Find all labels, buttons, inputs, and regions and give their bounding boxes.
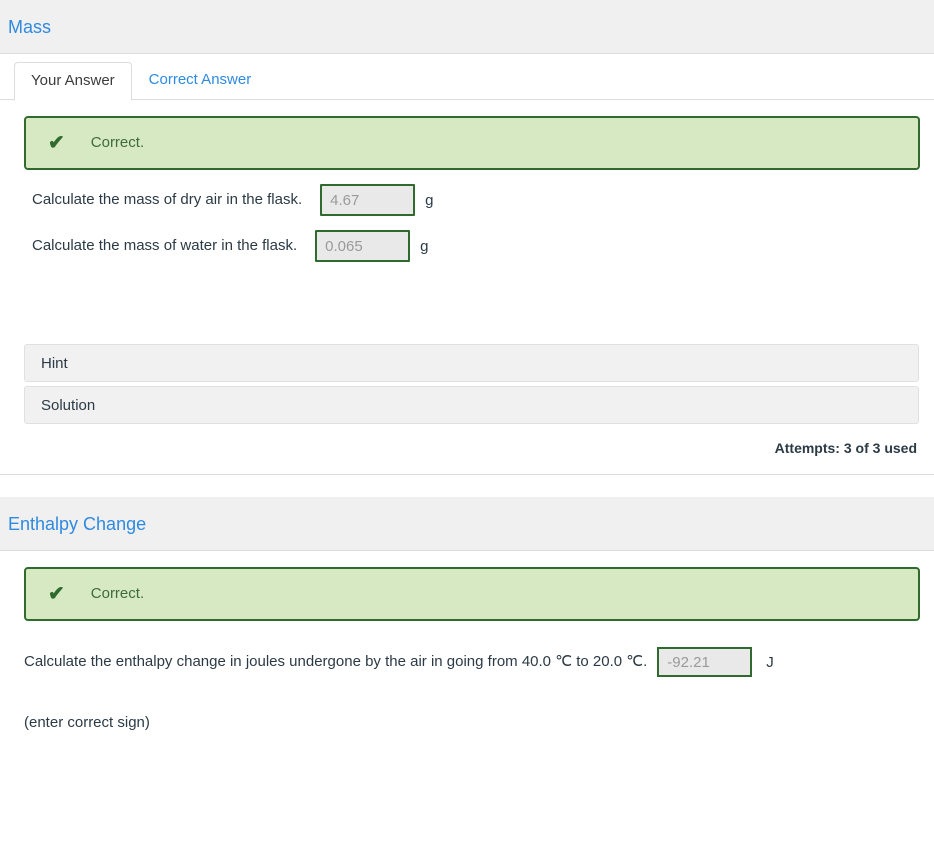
unit-label-enthalpy: J [766, 653, 774, 671]
section-title-enthalpy[interactable]: Enthalpy Change [8, 513, 146, 535]
answer-input-water[interactable]: 0.065 [315, 230, 411, 262]
unit-label-water: g [420, 237, 429, 255]
check-icon: ✔ [48, 132, 65, 154]
status-banner-correct-mass: ✔ Correct. [24, 116, 920, 170]
section-header-mass: Mass [0, 0, 934, 54]
question-note-enthalpy: (enter correct sign) [24, 714, 150, 731]
question-label-dry-air: Calculate the mass of dry air in the fla… [32, 191, 303, 208]
solution-button[interactable]: Solution [24, 386, 919, 424]
hint-button[interactable]: Hint [24, 344, 919, 382]
tab-strip-mass: Your Answer Correct Answer [0, 54, 934, 101]
status-banner-text: Correct. [90, 585, 145, 602]
check-icon: ✔ [48, 583, 65, 605]
panel-button-group: Hint Solution [0, 344, 934, 424]
attempts-status: Attempts: 3 of 3 used [774, 440, 917, 456]
section-title-mass[interactable]: Mass [8, 16, 51, 38]
tab-your-answer[interactable]: Your Answer [14, 62, 132, 101]
unit-label-dry-air: g [425, 191, 434, 209]
question-label-enthalpy: Calculate the enthalpy change in joules … [24, 653, 648, 670]
status-banner-text: Correct. [90, 134, 145, 151]
question-row-enthalpy: Calculate the enthalpy change in joules … [0, 647, 934, 677]
assignment-page: Mass Your Answer Correct Answer ✔ Correc… [0, 0, 934, 733]
status-banner-correct-enthalpy: ✔ Correct. [24, 567, 920, 621]
answer-input-enthalpy[interactable]: -92.21 [657, 647, 753, 677]
answer-input-dry-air[interactable]: 4.67 [320, 184, 416, 216]
question-row-dry-air: Calculate the mass of dry air in the fla… [0, 184, 934, 216]
question-row-water: Calculate the mass of water in the flask… [0, 230, 934, 262]
tab-correct-answer[interactable]: Correct Answer [132, 61, 269, 100]
question-label-water: Calculate the mass of water in the flask… [32, 237, 298, 254]
section-header-enthalpy: Enthalpy Change [0, 497, 934, 551]
